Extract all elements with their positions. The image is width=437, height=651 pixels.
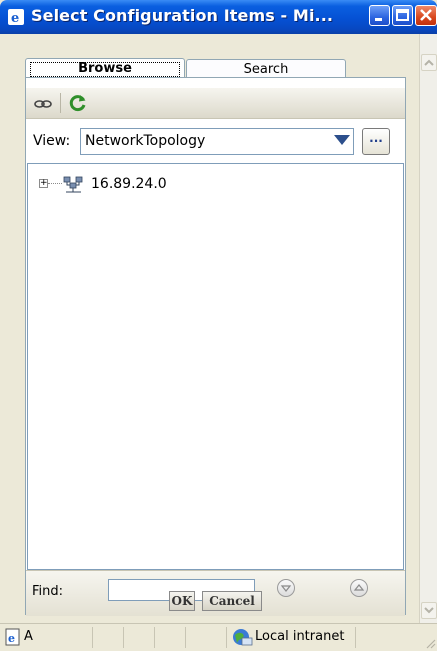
- ie-page-icon: e: [5, 628, 20, 646]
- tab-browse-label: Browse: [78, 61, 132, 76]
- resize-grip-icon[interactable]: [424, 637, 436, 649]
- toolbar-separator: [60, 93, 61, 113]
- status-cell: [123, 627, 124, 648]
- chevron-up-icon: [424, 59, 434, 66]
- find-previous-button[interactable]: [350, 579, 368, 597]
- vertical-scrollbar[interactable]: [419, 34, 437, 623]
- browse-toolbar: [26, 88, 405, 119]
- network-icon: [63, 176, 83, 193]
- scroll-up-button[interactable]: [421, 54, 437, 71]
- find-next-button[interactable]: [277, 579, 295, 597]
- refresh-icon[interactable]: [68, 93, 88, 113]
- scroll-down-button[interactable]: [421, 602, 437, 619]
- close-button[interactable]: [415, 5, 437, 26]
- maximize-button[interactable]: [392, 5, 413, 26]
- tree-connector: [48, 183, 62, 184]
- chevron-down-icon[interactable]: [334, 135, 350, 145]
- status-cell: [185, 627, 186, 648]
- find-previous-icon: [353, 584, 365, 591]
- maximize-icon: [396, 9, 409, 21]
- dialog-window: e Select Configuration Items - Mi... Bro…: [0, 0, 437, 651]
- status-cell: [154, 627, 155, 648]
- window-title: Select Configuration Items - Mi...: [31, 6, 334, 25]
- globe-icon: [233, 629, 253, 646]
- tree-item-label[interactable]: 16.89.24.0: [91, 176, 167, 192]
- view-label: View:: [33, 133, 71, 149]
- security-zone-label: Local intranet: [255, 629, 345, 644]
- minimize-button[interactable]: [369, 5, 390, 26]
- ok-button[interactable]: OK: [169, 591, 195, 611]
- svg-text:e: e: [8, 632, 15, 645]
- close-icon: [420, 9, 432, 21]
- expand-icon[interactable]: +: [39, 179, 48, 188]
- status-cell: [92, 627, 93, 648]
- link-icon[interactable]: [33, 93, 53, 113]
- status-cell: [355, 627, 356, 648]
- status-cell: [226, 627, 227, 648]
- title-bar[interactable]: e Select Configuration Items - Mi...: [0, 0, 437, 34]
- view-select[interactable]: NetworkTopology: [80, 128, 354, 155]
- status-text: A: [24, 629, 33, 644]
- cancel-button[interactable]: Cancel: [202, 591, 262, 611]
- tree-view[interactable]: [27, 163, 404, 570]
- minimize-icon: [375, 18, 382, 21]
- tab-browse[interactable]: Browse: [25, 58, 185, 79]
- more-options-button[interactable]: ...: [362, 128, 390, 155]
- status-bar: e A Local intranet: [0, 623, 437, 651]
- svg-text:e: e: [11, 11, 19, 26]
- find-next-icon: [280, 585, 292, 592]
- tab-search-label: Search: [243, 62, 289, 77]
- ie-icon: e: [8, 9, 24, 26]
- find-label: Find:: [32, 584, 64, 599]
- view-select-value: NetworkTopology: [85, 133, 206, 149]
- chevron-down-icon: [424, 607, 434, 614]
